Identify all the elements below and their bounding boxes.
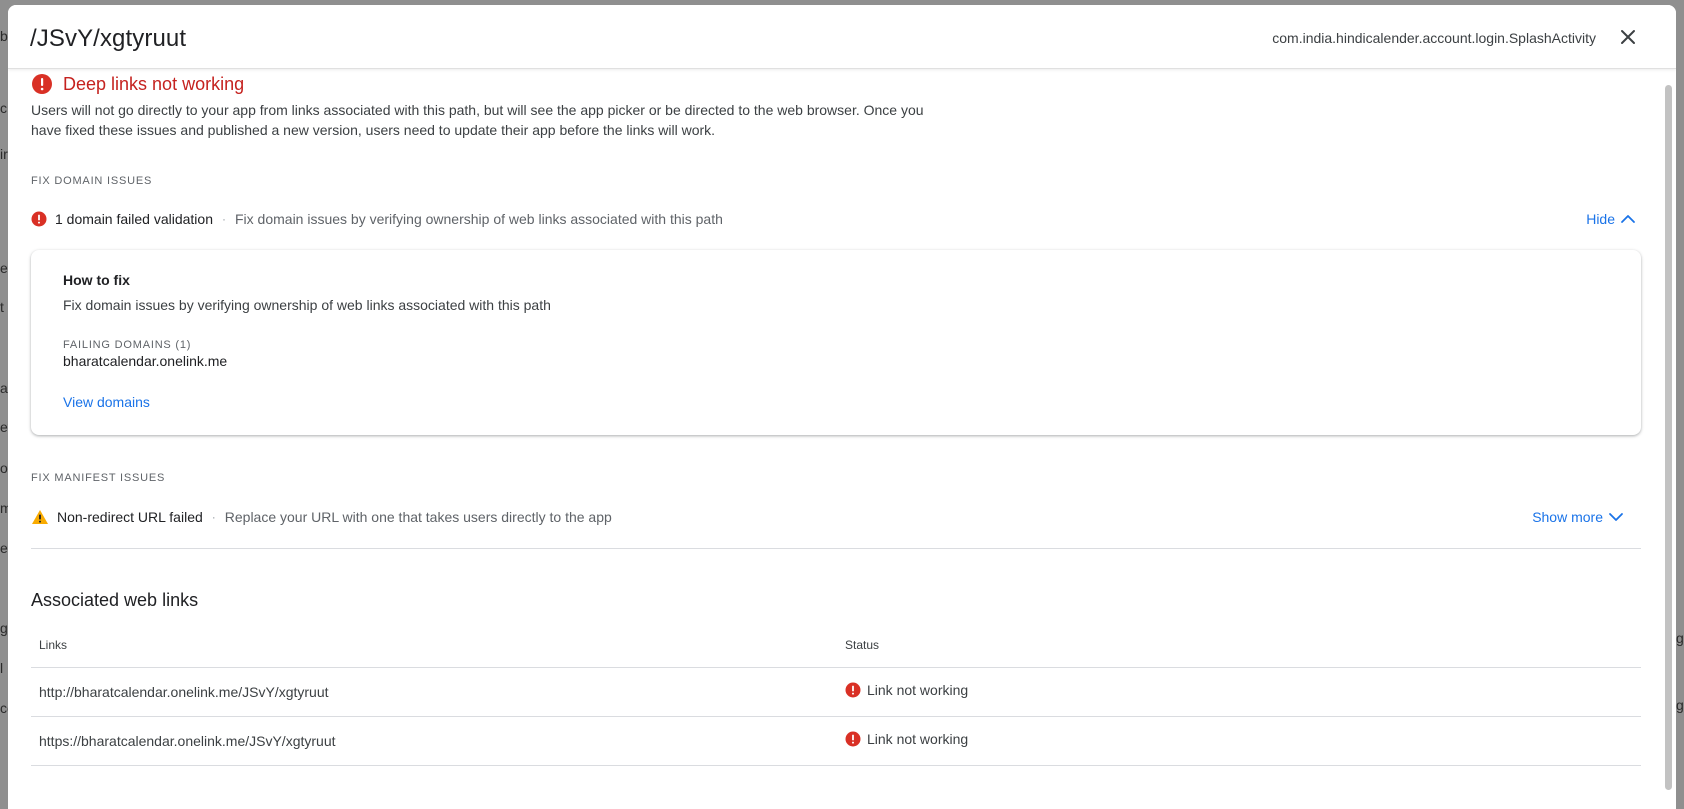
column-header-links: Links: [39, 638, 68, 652]
column-header-status: Status: [845, 638, 880, 652]
bg-text-fragment: m: [0, 500, 8, 516]
link-status: Link not working: [845, 731, 968, 747]
bg-text-fragment: g: [0, 620, 8, 636]
bg-text-fragment: ir: [0, 146, 8, 162]
alert-title: Deep links not working: [63, 73, 245, 94]
web-link-url: http://bharatcalendar.onelink.me/JSvY/xg…: [39, 684, 329, 700]
show-more-toggle[interactable]: Show more: [1532, 505, 1625, 529]
section-divider: [31, 548, 1641, 549]
bg-text-fragment: l: [0, 660, 4, 676]
how-to-fix-title: How to fix: [63, 272, 130, 288]
error-icon: [32, 74, 52, 94]
manifest-issue-row: Non-redirect URL failed · Replace your U…: [31, 505, 1637, 529]
domain-issue-title: 1 domain failed validation: [55, 211, 213, 227]
hide-toggle[interactable]: Hide: [1586, 207, 1637, 231]
how-to-fix-card: How to fix Fix domain issues by verifyin…: [31, 250, 1641, 435]
bg-text-fragment: ar: [0, 380, 8, 396]
domain-issue-description: Fix domain issues by verifying ownership…: [235, 211, 723, 227]
hide-label: Hide: [1586, 211, 1615, 227]
manifest-issue-title: Non-redirect URL failed: [57, 509, 203, 525]
dialog-title: /JSvY/xgtyruut: [30, 25, 187, 52]
manifest-issue-description: Replace your URL with one that takes use…: [224, 509, 612, 525]
fix-domain-issues-label: FIX DOMAIN ISSUES: [31, 175, 153, 187]
show-more-label: Show more: [1532, 509, 1603, 525]
separator-dot: ·: [211, 510, 216, 524]
bg-text-fragment: es: [0, 260, 8, 276]
table-row: http://bharatcalendar.onelink.me/JSvY/xg…: [31, 668, 1641, 717]
bg-text-fragment: ba: [0, 28, 8, 44]
close-button[interactable]: [1616, 25, 1640, 49]
deep-link-details-dialog: /JSvY/xgtyruut com.india.hindicalender.a…: [8, 5, 1676, 809]
bg-text-fragment: g: [1676, 630, 1684, 646]
bg-text-fragment: t: [0, 299, 4, 315]
dialog-header: /JSvY/xgtyruut com.india.hindicalender.a…: [8, 5, 1676, 69]
separator-dot: ·: [222, 212, 226, 226]
alert-description: Users will not go directly to your app f…: [31, 102, 924, 138]
bg-text-fragment: ev: [0, 419, 8, 435]
domain-issue-row: 1 domain failed validation · Fix domain …: [31, 207, 1637, 231]
associated-web-links-heading: Associated web links: [31, 590, 199, 610]
how-to-fix-description: Fix domain issues by verifying ownership…: [63, 297, 551, 313]
scrollbar-thumb[interactable]: [1665, 85, 1672, 790]
table-header: Links Status: [31, 626, 1641, 668]
link-status: Link not working: [845, 682, 968, 698]
web-link-url: https://bharatcalendar.onelink.me/JSvY/x…: [39, 733, 336, 749]
failing-domain: bharatcalendar.onelink.me: [63, 353, 228, 369]
link-status-text: Link not working: [867, 682, 969, 698]
table-row: https://bharatcalendar.onelink.me/JSvY/x…: [31, 717, 1641, 766]
deep-links-alert: Deep links not working: [31, 72, 244, 96]
web-links-table: Links Status http://bharatcalendar.oneli…: [31, 626, 1641, 766]
bg-text-fragment: o: [0, 460, 8, 476]
bg-text-fragment: ce: [0, 700, 8, 716]
link-status-text: Link not working: [867, 731, 969, 747]
chevron-down-icon: [1609, 513, 1623, 521]
warning-icon: [32, 510, 48, 524]
error-icon: [31, 211, 47, 227]
activity-name: com.india.hindicalender.account.login.Sp…: [1272, 30, 1596, 46]
error-icon: [845, 682, 861, 698]
bg-text-fragment: c: [0, 100, 7, 116]
dialog-content[interactable]: Deep links not working Users will not go…: [8, 70, 1676, 809]
chevron-up-icon: [1621, 215, 1635, 223]
fix-manifest-issues-label: FIX MANIFEST ISSUES: [31, 472, 166, 484]
failing-domains-label: FAILING DOMAINS (1): [63, 339, 192, 351]
close-icon: [1621, 30, 1635, 44]
view-domains-link[interactable]: View domains: [63, 394, 150, 410]
error-icon: [845, 731, 861, 747]
bg-text-fragment: g: [1676, 697, 1684, 713]
bg-text-fragment: e: [0, 540, 8, 556]
